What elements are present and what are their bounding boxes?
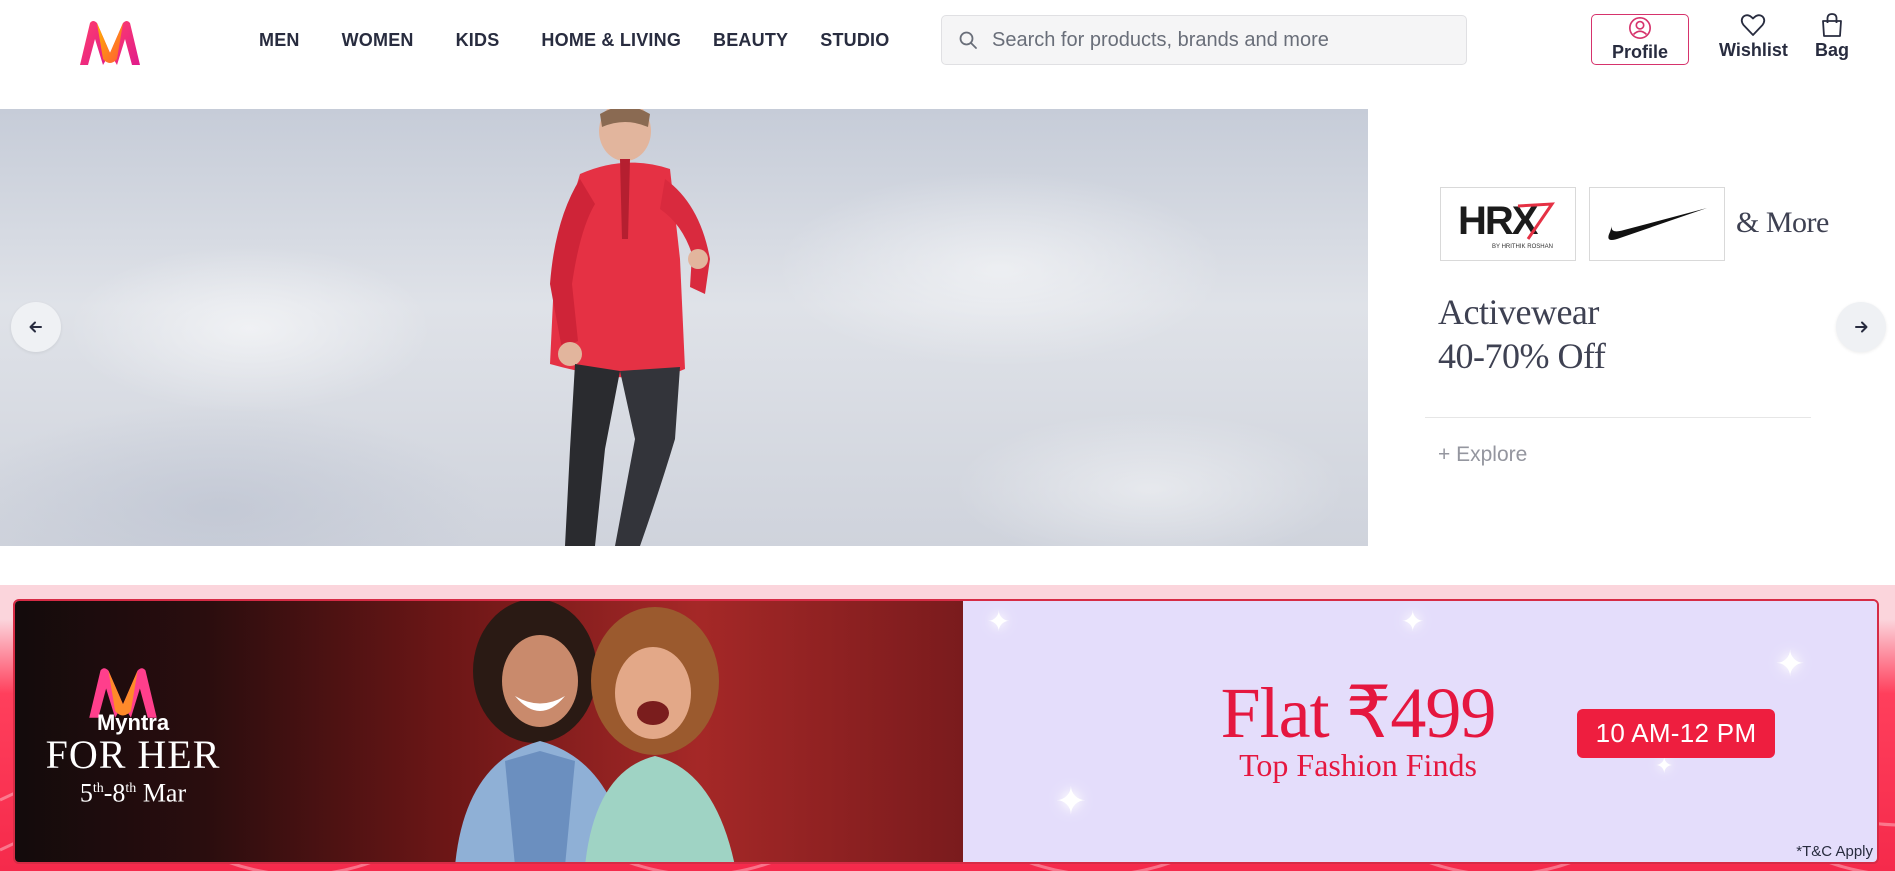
- sparkle-decor: ✦: [987, 606, 1011, 637]
- bag-label: Bag: [1815, 40, 1850, 60]
- nav-women[interactable]: WOMEN: [316, 30, 440, 51]
- time-badge: 10 AM-12 PM: [1577, 709, 1775, 758]
- wishlist-button[interactable]: Wishlist: [1719, 12, 1788, 61]
- bag-icon: [1822, 13, 1842, 37]
- myntra-logo[interactable]: [78, 19, 142, 67]
- arrow-left-icon: [29, 321, 42, 333]
- hrx-logo: HRX BY HRITHIK ROSHAN: [1458, 199, 1555, 250]
- heart-icon: [1741, 14, 1766, 36]
- nav-men[interactable]: MEN: [243, 30, 316, 51]
- carousel-next-button[interactable]: [1836, 302, 1886, 352]
- banner-photo-panel: Myntra FOR HER 5th-8th Mar: [15, 601, 963, 862]
- user-icon: [1629, 17, 1651, 39]
- site-header: MEN WOMEN KIDS HOME & LIVING BEAUTY STUD…: [0, 0, 1895, 80]
- her-date: 5th-8th Mar: [33, 775, 233, 808]
- sparkle-decor: ✦: [1055, 781, 1087, 823]
- search-input[interactable]: [992, 28, 1432, 52]
- wishlist-label: Wishlist: [1719, 40, 1788, 60]
- explore-link[interactable]: + Explore: [1438, 443, 1527, 467]
- arrow-right-icon: [1855, 321, 1868, 333]
- promo-divider: [1425, 417, 1811, 418]
- promo-discount: 40-70% Off: [1438, 336, 1606, 376]
- banner-offer-panel: ✦ ✦ ✦ ✦ ✦ Flat ₹499 Top Fashion Finds 10…: [963, 601, 1877, 862]
- offer-price: Flat ₹499: [1220, 673, 1497, 753]
- sparkle-decor: ✦: [1401, 606, 1425, 637]
- her-date-end-sup: th: [125, 781, 137, 796]
- for-her-text: Myntra FOR HER 5th-8th Mar: [33, 711, 233, 808]
- her-date-start: 5: [79, 778, 93, 808]
- profile-label: Profile: [1611, 42, 1668, 62]
- brand-logo-hrx[interactable]: HRX BY HRITHIK ROSHAN: [1440, 187, 1576, 261]
- carousel-prev-button[interactable]: [11, 302, 61, 352]
- terms-label: *T&C Apply: [1796, 843, 1873, 860]
- bag-button[interactable]: Bag: [1815, 12, 1849, 61]
- promo-title: Activewear 40-70% Off: [1438, 290, 1606, 378]
- her-date-end: -8: [103, 778, 126, 808]
- search-icon: [959, 31, 977, 49]
- nav-kids[interactable]: KIDS: [440, 30, 526, 51]
- nike-swoosh-icon: [1608, 208, 1707, 240]
- more-brands-label: & More: [1736, 206, 1829, 239]
- brand-logo-nike[interactable]: [1589, 187, 1725, 261]
- nav-beauty[interactable]: BEAUTY: [697, 30, 804, 51]
- nav-studio[interactable]: STUDIO: [804, 30, 905, 51]
- hrx-tagline: BY HRITHIK ROSHAN: [1492, 244, 1553, 250]
- search-bar[interactable]: [941, 15, 1467, 65]
- nav-home-living[interactable]: HOME & LIVING: [525, 30, 697, 51]
- models-photo: [455, 601, 735, 862]
- promo-category: Activewear: [1438, 292, 1599, 332]
- hero-image[interactable]: [0, 109, 1368, 546]
- main-nav: MEN WOMEN KIDS HOME & LIVING BEAUTY STUD…: [243, 0, 905, 80]
- her-date-month: Mar: [136, 778, 187, 808]
- sparkle-decor: ✦: [1775, 643, 1806, 684]
- runner-figure: [550, 109, 710, 546]
- her-title: FOR HER: [45, 732, 221, 777]
- offer-tagline: Top Fashion Finds: [1239, 747, 1477, 783]
- profile-button[interactable]: Profile: [1591, 14, 1689, 65]
- for-her-banner[interactable]: Myntra FOR HER 5th-8th Mar ✦ ✦ ✦ ✦ ✦ Fla…: [13, 599, 1879, 864]
- her-date-start-sup: th: [92, 781, 104, 796]
